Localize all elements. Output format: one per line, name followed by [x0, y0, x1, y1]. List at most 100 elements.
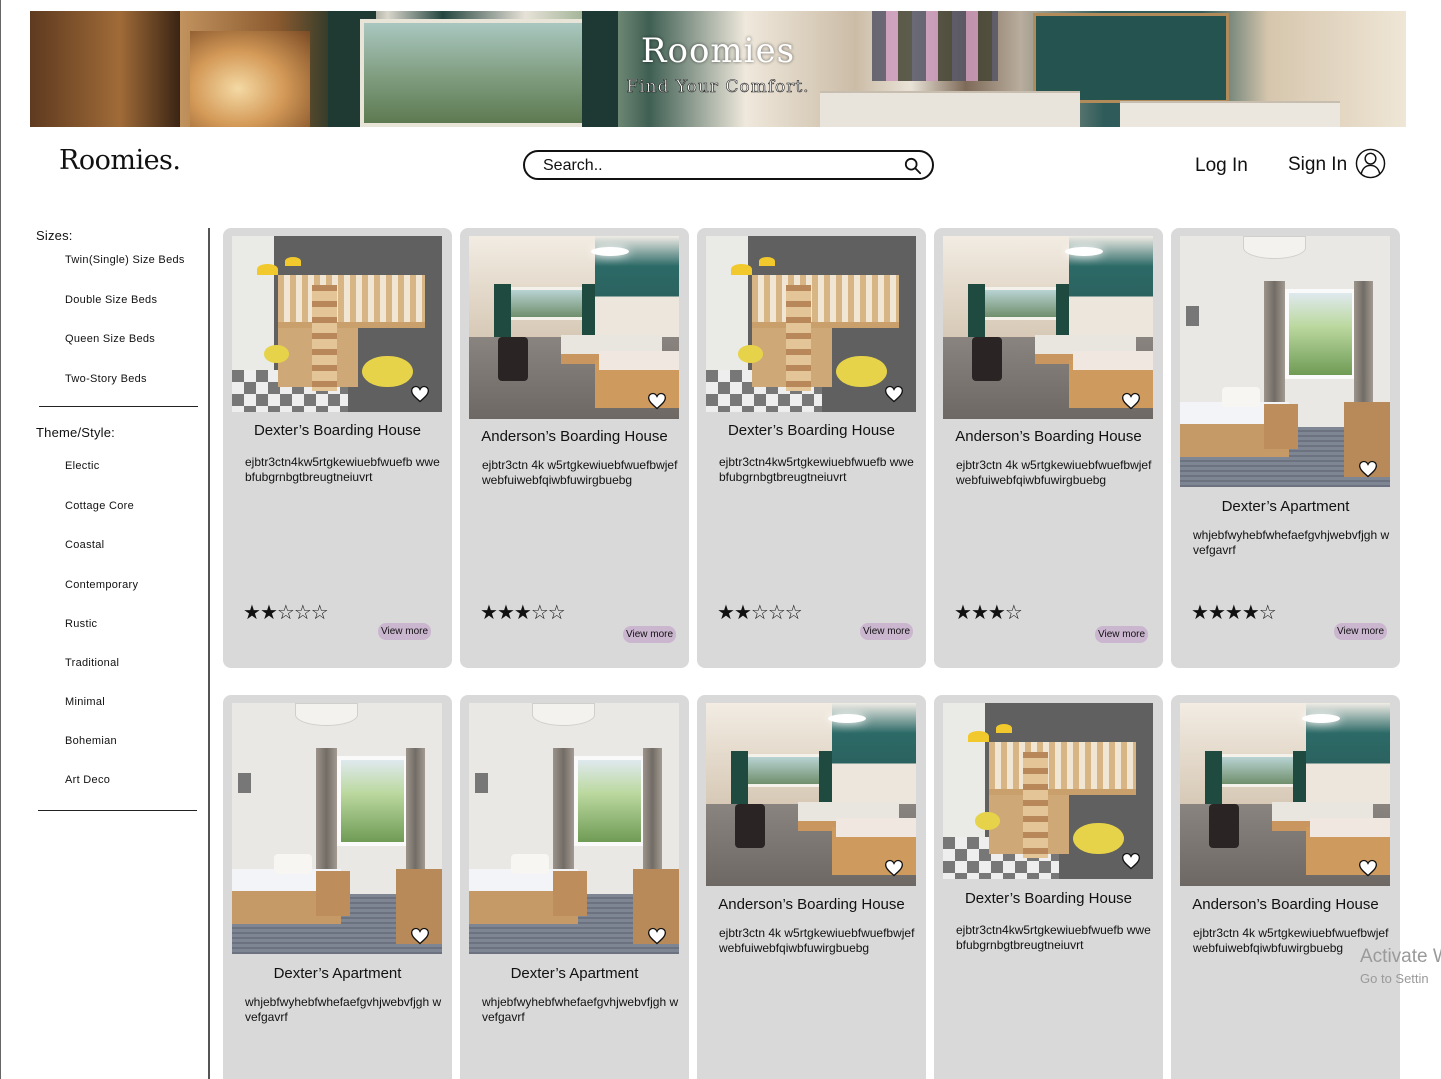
- listing-card[interactable]: Dexter’s Apartment whjebfwyhebfwhefaefgvh…: [1171, 228, 1400, 668]
- star-filled-icon: ★: [243, 602, 261, 624]
- listing-card[interactable]: Dexter’s Boarding House ejbtr3ctn4kw5rtgk…: [223, 228, 452, 668]
- star-filled-icon: ★: [987, 602, 1006, 624]
- theme-filter-bohemian[interactable]: Bohemian: [65, 735, 117, 747]
- view-more-button[interactable]: View more: [860, 623, 914, 640]
- banner-title: Roomies: [640, 31, 796, 71]
- favorite-heart-icon[interactable]: [884, 384, 904, 404]
- listing-title[interactable]: Dexter’s Apartment: [1171, 498, 1400, 515]
- listing-card[interactable]: Anderson’s Boarding House ejbtr3ctn 4k w5…: [1171, 695, 1400, 1079]
- size-filter-two-story[interactable]: Two-Story Beds: [65, 373, 147, 385]
- star-empty-icon: ☆: [547, 602, 566, 624]
- star-filled-icon: ★: [513, 602, 532, 624]
- view-more-button[interactable]: View more: [378, 623, 432, 640]
- theme-filter-art-deco[interactable]: Art Deco: [65, 774, 110, 786]
- star-filled-icon: ★: [1241, 602, 1260, 624]
- star-rating: ★★☆☆☆: [243, 600, 329, 625]
- favorite-heart-icon[interactable]: [647, 926, 667, 946]
- site-logo[interactable]: Roomies.: [59, 145, 181, 176]
- single-room-photo[interactable]: [469, 703, 679, 954]
- listing-title[interactable]: Dexter’s Boarding House: [697, 422, 926, 439]
- activation-watermark: Activate W Go to Settin: [1360, 946, 1441, 986]
- star-empty-icon: ☆: [750, 602, 769, 624]
- divider: [39, 406, 198, 407]
- view-more-button[interactable]: View more: [623, 626, 677, 643]
- favorite-heart-icon[interactable]: [1121, 851, 1141, 871]
- favorite-heart-icon[interactable]: [410, 926, 430, 946]
- theme-filter-minimal[interactable]: Minimal: [65, 696, 105, 708]
- star-filled-icon: ★: [259, 602, 278, 624]
- listing-title[interactable]: Anderson’s Boarding House: [460, 428, 689, 445]
- login-link[interactable]: Log In: [1195, 155, 1248, 177]
- theme-heading: Theme/Style:: [36, 425, 115, 440]
- favorite-heart-icon[interactable]: [1121, 391, 1141, 411]
- favorite-heart-icon[interactable]: [884, 858, 904, 878]
- star-empty-icon: ☆: [1004, 602, 1023, 624]
- single-room-photo[interactable]: [1180, 236, 1390, 487]
- star-filled-icon: ★: [480, 602, 498, 624]
- listing-title[interactable]: Dexter’s Boarding House: [934, 890, 1163, 907]
- star-rating: ★★★★☆: [1191, 600, 1277, 625]
- listing-card[interactable]: Dexter’s Boarding House ejbtr3ctn4kw5rtgk…: [697, 228, 926, 668]
- theme-filter-contemporary[interactable]: Contemporary: [65, 579, 138, 591]
- listing-title[interactable]: Dexter’s Boarding House: [223, 422, 452, 439]
- star-filled-icon: ★: [970, 602, 989, 624]
- listing-description: ejbtr3ctn4kw5rtgkewiuebfwuefb wwebfubgrn…: [245, 455, 440, 484]
- listing-card[interactable]: Dexter’s Apartment whjebfwyhebfwhefaefgvh…: [223, 695, 452, 1079]
- star-rating: ★★★☆: [954, 600, 1023, 625]
- listing-card[interactable]: Anderson’s Boarding House ejbtr3ctn 4k w5…: [934, 228, 1163, 668]
- search-icon[interactable]: [904, 157, 922, 175]
- star-filled-icon: ★: [733, 602, 752, 624]
- search-input[interactable]: [543, 156, 883, 176]
- page-edge: [0, 0, 1, 1079]
- view-more-button[interactable]: View more: [1095, 626, 1149, 643]
- star-empty-icon: ☆: [1258, 602, 1277, 624]
- theme-filter-traditional[interactable]: Traditional: [65, 657, 119, 669]
- listing-title[interactable]: Dexter’s Apartment: [223, 965, 452, 982]
- theme-filter-coastal[interactable]: Coastal: [65, 539, 104, 551]
- size-filter-double[interactable]: Double Size Beds: [65, 294, 157, 306]
- favorite-heart-icon[interactable]: [1358, 459, 1378, 479]
- star-rating: ★★☆☆☆: [717, 600, 803, 625]
- sidebar-divider: [208, 228, 210, 1079]
- listing-description: ejbtr3ctn 4k w5rtgkewiuebfwuefbwjef webf…: [482, 458, 678, 487]
- hero-banner: Roomies Find Your Comfort.: [30, 11, 1406, 127]
- star-empty-icon: ☆: [767, 602, 786, 624]
- star-empty-icon: ☆: [530, 602, 549, 624]
- sizes-heading: Sizes:: [36, 228, 73, 243]
- star-empty-icon: ☆: [276, 602, 295, 624]
- signin-link[interactable]: Sign In: [1288, 154, 1347, 176]
- listing-card[interactable]: Anderson’s Boarding House ejbtr3ctn 4k w5…: [697, 695, 926, 1079]
- theme-filter-electic[interactable]: Electic: [65, 460, 100, 472]
- favorite-heart-icon[interactable]: [1358, 858, 1378, 878]
- star-empty-icon: ☆: [784, 602, 803, 624]
- listing-description: ejbtr3ctn 4k w5rtgkewiuebfwuefbwjef webf…: [719, 926, 915, 955]
- star-filled-icon: ★: [717, 602, 735, 624]
- divider: [38, 810, 197, 811]
- listing-description: ejbtr3ctn4kw5rtgkewiuebfwuefb wwebfubgrn…: [956, 923, 1151, 952]
- view-more-button[interactable]: View more: [1334, 623, 1388, 640]
- listing-card[interactable]: Anderson’s Boarding House ejbtr3ctn 4k w5…: [460, 228, 689, 668]
- favorite-heart-icon[interactable]: [647, 391, 667, 411]
- favorite-heart-icon[interactable]: [410, 384, 430, 404]
- listing-title[interactable]: Anderson’s Boarding House: [934, 428, 1163, 445]
- listing-description: whjebfwyhebfwhefaefgvhjwebvfjgh wvefgavr…: [1193, 528, 1390, 557]
- watermark-line-1: Activate W: [1360, 946, 1441, 967]
- star-filled-icon: ★: [496, 602, 515, 624]
- listing-description: whjebfwyhebfwhefaefgvhjwebvfjgh wvefgavr…: [482, 995, 679, 1024]
- theme-filter-rustic[interactable]: Rustic: [65, 618, 97, 630]
- theme-filter-cottage-core[interactable]: Cottage Core: [65, 500, 134, 512]
- size-filter-queen[interactable]: Queen Size Beds: [65, 333, 155, 345]
- listing-card[interactable]: Dexter’s Apartment whjebfwyhebfwhefaefgvh…: [460, 695, 689, 1079]
- star-rating: ★★★☆☆: [480, 600, 566, 625]
- listing-title[interactable]: Dexter’s Apartment: [460, 965, 689, 982]
- listing-title[interactable]: Anderson’s Boarding House: [697, 896, 926, 913]
- listing-card[interactable]: Dexter’s Boarding House ejbtr3ctn4kw5rtgk…: [934, 695, 1163, 1079]
- star-empty-icon: ☆: [310, 602, 329, 624]
- watermark-line-2: Go to Settin: [1360, 971, 1429, 986]
- user-icon[interactable]: [1355, 147, 1386, 180]
- listing-description: whjebfwyhebfwhefaefgvhjwebvfjgh wvefgavr…: [245, 995, 442, 1024]
- size-filter-twin[interactable]: Twin(Single) Size Beds: [65, 254, 185, 266]
- listing-title[interactable]: Anderson’s Boarding House: [1171, 896, 1400, 913]
- star-empty-icon: ☆: [293, 602, 312, 624]
- single-room-photo[interactable]: [232, 703, 442, 954]
